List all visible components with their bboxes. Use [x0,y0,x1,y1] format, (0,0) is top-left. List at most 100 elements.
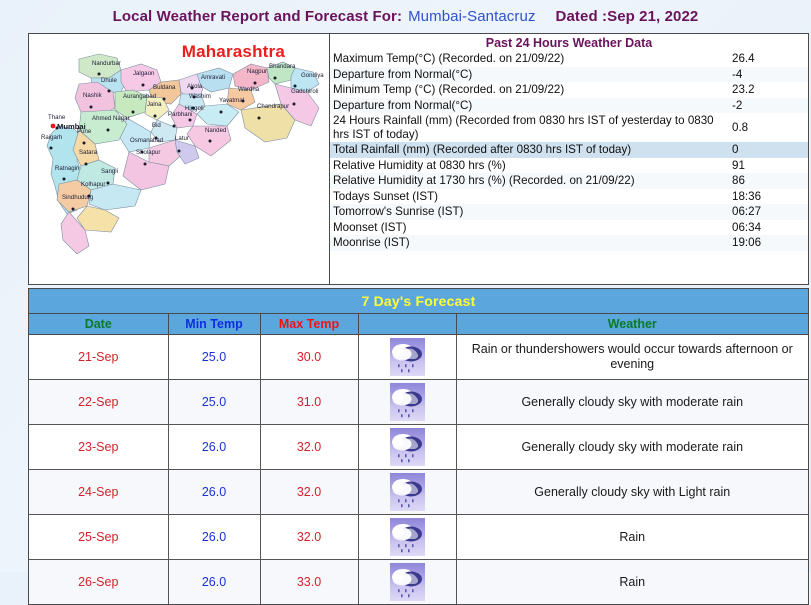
map-city-dot [219,110,223,114]
past-24-label: Todays Sunset (IST) [330,188,720,204]
past-24-label: Total Rainfall (mm) (Recorded after 0830… [330,142,720,158]
past-24-title: Past 24 Hours Weather Data [330,34,808,51]
map-city-dot [97,72,101,76]
past-24-value: -4 [720,66,808,82]
past-24-label: Departure from Normal(°C) [330,97,720,113]
map-label-amravati: Amravati [201,74,225,81]
seven-day-forecast-panel: 7 Day's Forecast Date Min Temp Max Temp … [28,288,809,605]
forecast-min-temp: 26.0 [168,424,261,470]
forecast-table: Date Min Temp Max Temp Weather 21-Sep 25.… [29,314,808,604]
forecast-title: 7 Day's Forecast [29,289,808,314]
map-city-dot [107,89,111,93]
map-label-nagpur: Nagpur [247,68,267,75]
map-label-chandrapur: Chandrapur [257,103,289,110]
rain-cloud-icon [389,473,425,511]
past-24-value: 06:34 [720,219,808,235]
map-svg: Nandurbar Dhule Jalgaon Buldana Akola Amravat… [41,53,324,255]
map-label-buldana: Buldana [153,84,176,91]
title-main-text: Local Weather Report and Forecast For: [112,8,403,25]
forecast-row: 24-Sep 26.0 32.0 Generally cloudy sky with … [29,469,808,515]
past-24-value: 23.2 [720,82,808,98]
forecast-header-row: Date Min Temp Max Temp Weather [29,314,808,335]
map-city-dot [177,149,181,153]
forecast-weather-description: Rain [456,514,808,560]
column-header-min-temp: Min Temp [168,314,261,335]
forecast-icon-cell [358,379,457,425]
map-label-sindhudurg: Sindhudurg [62,194,93,201]
page-title: Local Weather Report and Forecast For: M… [0,0,811,33]
forecast-min-temp: 26.0 [168,514,261,560]
map-label-parbhani: Parbhani [168,111,192,118]
map-label-sholapur: Sholapur [136,149,160,156]
past-24-row: Minimum Temp (°C) (Recorded. on 21/09/22… [330,82,808,98]
rain-cloud-icon [389,563,425,601]
rain-cloud-icon [389,428,425,466]
forecast-max-temp: 31.0 [260,379,359,425]
column-header-weather: Weather [456,314,808,335]
past-24-label: 24 Hours Rainfall (mm) (Recorded from 08… [330,113,720,142]
map-label-akola: Akola [187,83,203,90]
past-24-row: Todays Sunset (IST) 18:36 [330,188,808,204]
map-label-jalgaon: Jalgaon [133,70,154,77]
forecast-icon-cell [358,469,457,515]
past-24-row: Relative Humidity at 1730 hrs (%) (Recor… [330,173,808,189]
map-city-dot [71,207,75,211]
title-dated: Dated :Sep 21, 2022 [555,8,699,25]
map-city-dot [273,76,277,80]
map-label-nandurbar: Nandurbar [92,60,121,67]
map-city-dot [153,114,157,118]
map-label-satara: Satara [79,149,98,156]
title-station-name: Mumbai-Santacruz [408,8,536,25]
map-label-jalna: Jalna [147,101,162,108]
forecast-date: 26-Sep [29,559,169,604]
forecast-date: 21-Sep [29,334,169,380]
forecast-min-temp: 26.0 [168,559,261,604]
map-city-dot [62,177,66,181]
past-24-table: Maximum Temp(°C) (Recorded. on 21/09/22)… [330,51,808,251]
forecast-icon-cell [358,334,457,380]
past-24-row: 24 Hours Rainfall (mm) (Recorded from 08… [330,113,808,142]
map-city-dot [190,86,194,90]
map-city-dot [162,97,166,101]
forecast-max-temp: 32.0 [260,514,359,560]
forecast-max-temp: 33.0 [260,559,359,604]
forecast-date: 23-Sep [29,424,169,470]
past-24-label: Relative Humidity at 1730 hrs (%) (Recor… [330,173,720,189]
maharashtra-map-panel: Maharashtra Nandurbar Dhule Jalgaon Buld… [28,33,330,285]
map-label-ahmed-nagar: Ahmed Nagar [92,115,130,122]
forecast-min-temp: 25.0 [168,334,261,380]
forecast-row: 23-Sep 26.0 32.0 Generally cloudy sky with … [29,424,808,470]
past-24-label: Relative Humidity at 0830 hrs (%) [330,157,720,173]
map-city-dot [131,110,135,114]
forecast-date: 22-Sep [29,379,169,425]
forecast-weather-description: Generally cloudy sky with Light rain [456,469,808,515]
map-label-gadchiroli: Gadchiroli [291,88,318,95]
forecast-weather-description: Rain or thundershowers would occur towar… [456,334,808,380]
map-label-osmanabad: Osmanabad [130,137,163,144]
past-24-value: 19:06 [720,235,808,251]
map-label-nanded: Nanded [205,127,226,134]
rain-cloud-icon [389,518,425,556]
map-city-dot [172,124,176,128]
past-24-value: 06:27 [720,204,808,220]
forecast-max-temp: 30.0 [260,334,359,380]
forecast-icon-cell [358,559,457,604]
map-label-wardha: Wardha [238,86,260,93]
past-24-label: Tomorrow's Sunrise (IST) [330,204,720,220]
forecast-weather-description: Rain [456,559,808,604]
map-label-bid: Bid [152,122,161,129]
forecast-row: 26-Sep 26.0 33.0 Rain [29,559,808,604]
map-label-washim: Washim [189,93,211,100]
past-24-row: Moonset (IST) 06:34 [330,219,808,235]
past-24-row: Tomorrow's Sunrise (IST) 06:27 [330,204,808,220]
map-city-dot [188,118,192,122]
past-24-row: Relative Humidity at 0830 hrs (%) 91 [330,157,808,173]
map-label-ratnagiri: Ratnagiri [55,165,79,172]
rain-cloud-icon [389,383,425,421]
past-24-label: Moonset (IST) [330,219,720,235]
past-24-value: 26.4 [720,51,808,67]
map-city-dot [292,102,296,106]
past-24-label: Minimum Temp (°C) (Recorded. on 21/09/22… [330,82,720,98]
upper-panel: Maharashtra Nandurbar Dhule Jalgaon Buld… [28,33,809,285]
forecast-date: 24-Sep [29,469,169,515]
